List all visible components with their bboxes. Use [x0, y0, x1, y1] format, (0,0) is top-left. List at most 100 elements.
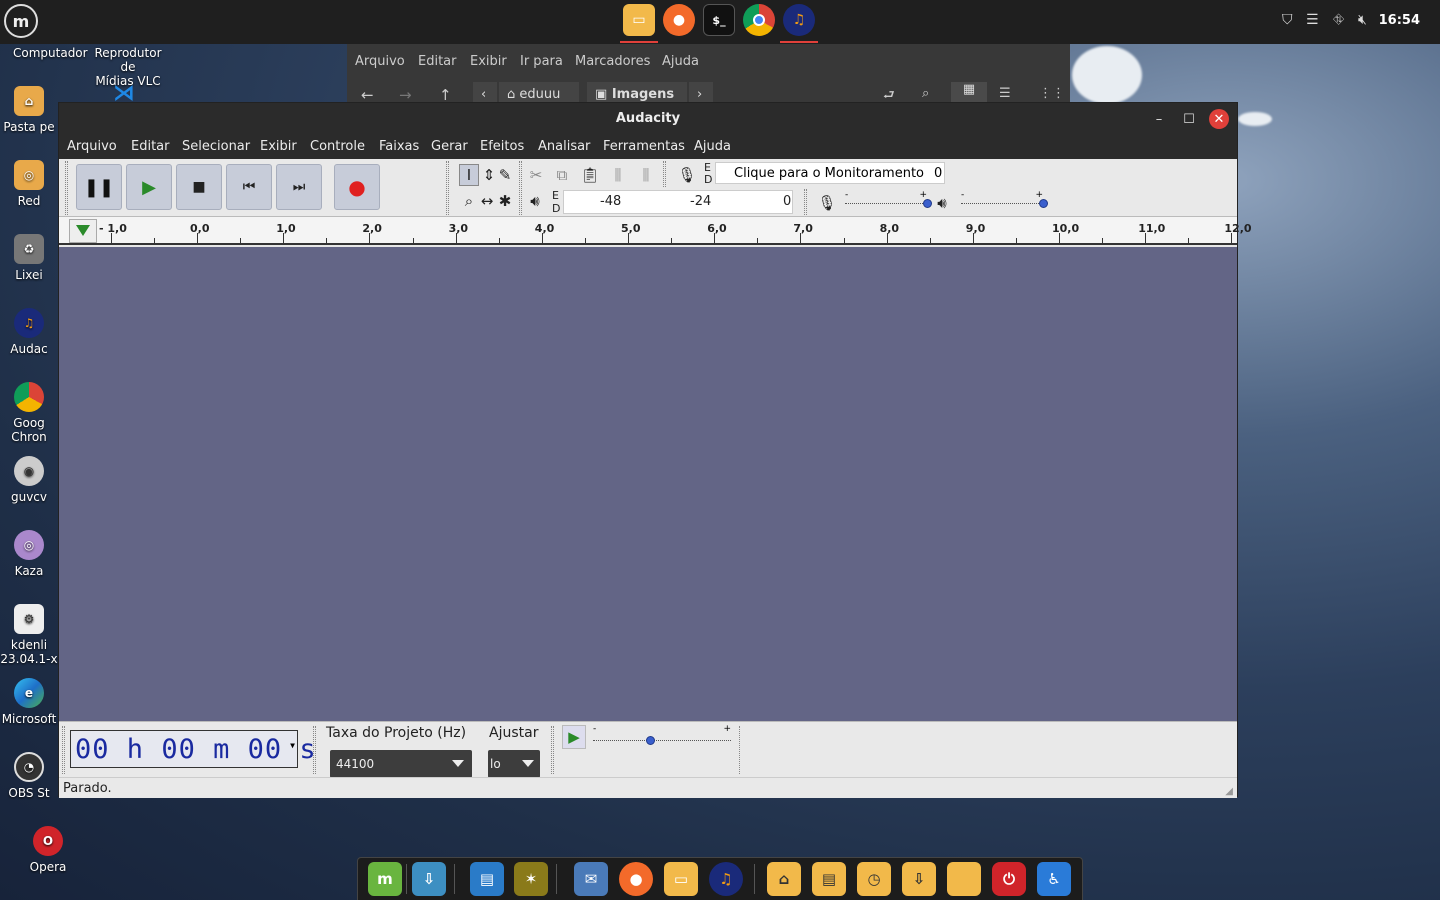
resize-grip-icon[interactable]: ◢ — [1225, 786, 1233, 797]
desktop-item-opera[interactable]: O Opera — [18, 826, 78, 874]
vscode-icon[interactable]: ⋊ — [113, 83, 141, 105]
zoom-tool-icon[interactable]: ⌕ — [459, 190, 479, 212]
toolbar-grip[interactable] — [65, 161, 68, 215]
slider-knob[interactable] — [645, 736, 655, 745]
audacity-icon[interactable]: ♫ — [709, 862, 743, 896]
fm-menu-bookmarks[interactable]: Marcadores — [575, 54, 650, 69]
skip-to-end-button[interactable]: ⏭︎ — [276, 164, 322, 210]
shield-icon[interactable]: ⛉ — [1282, 12, 1293, 28]
play-speed-slider[interactable]: - + — [593, 724, 733, 748]
fm-menu-file[interactable]: Arquivo — [355, 54, 405, 69]
slider-knob[interactable] — [923, 199, 932, 208]
menu-analyze[interactable]: Analisar — [538, 139, 590, 154]
folder-icon[interactable]: ▭ — [623, 4, 655, 36]
timeline-ruler[interactable]: - 1,0 0,0 1,0 2,0 3,0 4,0 5,0 6,0 7,0 8,0 9,0 10,0 1… — [59, 217, 1252, 245]
search-icon[interactable]: ⌕ — [922, 86, 929, 101]
pause-button[interactable]: ❚❚ — [76, 164, 122, 210]
playback-meter[interactable]: -48 -24 0 — [563, 190, 793, 214]
time-display[interactable]: 00 h 00 m 00 s ▼ — [70, 730, 316, 768]
playback-volume-slider[interactable]: - + — [961, 190, 1048, 209]
network-icon[interactable]: ⛗ — [1333, 12, 1344, 28]
mint-menu-icon[interactable]: m — [4, 4, 38, 38]
playback-speaker-icon[interactable]: 🔊︎ — [525, 190, 545, 212]
timeshift-tool-icon[interactable]: ↔ — [477, 190, 497, 212]
fm-menu-help[interactable]: Ajuda — [662, 54, 699, 69]
stop-button[interactable]: ■ — [176, 164, 222, 210]
home-folder-icon[interactable]: ⌂ — [767, 862, 801, 896]
menu-effects[interactable]: Efeitos — [480, 139, 524, 154]
toolbar-grip[interactable] — [313, 726, 316, 774]
firefox-icon[interactable]: ● — [619, 862, 653, 896]
desktop-item-computer-label[interactable]: Computador — [13, 46, 88, 60]
toolbar-grip[interactable] — [446, 161, 449, 215]
play-at-speed-button[interactable]: ▶ — [562, 725, 586, 749]
desktop-item-chrome[interactable]: Goog Chron — [0, 382, 58, 444]
minimize-button[interactable]: – — [1149, 109, 1169, 129]
update-manager-icon[interactable]: ⇩ — [412, 862, 446, 896]
desktop-item-edge[interactable]: e Microsoft — [0, 678, 58, 726]
close-button[interactable]: ✕ — [1209, 109, 1229, 129]
mint-menu-icon[interactable]: m — [368, 862, 402, 896]
play-button[interactable]: ▶ — [126, 164, 172, 210]
documents-folder-icon[interactable]: ▤ — [812, 862, 846, 896]
play-head-toggle[interactable] — [69, 219, 97, 243]
clock[interactable]: 16:54 — [1379, 13, 1420, 28]
copy-icon[interactable]: ⧉ — [552, 164, 572, 186]
folder-icon[interactable]: ▭ — [664, 862, 698, 896]
desktop-item-network[interactable]: ◎ Red — [0, 160, 58, 208]
menu-tools[interactable]: Ferramentas — [603, 139, 685, 154]
record-volume-slider[interactable]: - + — [845, 190, 932, 209]
menu-file[interactable]: Arquivo — [67, 139, 117, 154]
mail-icon[interactable]: ✉ — [574, 862, 608, 896]
selection-tool-icon[interactable]: I — [459, 164, 479, 186]
menu-transport[interactable]: Controle — [310, 139, 365, 154]
record-meter[interactable]: Clique para o Monitoramento 0 — [715, 162, 945, 184]
track-area[interactable] — [59, 247, 1237, 721]
snap-select[interactable]: lo — [488, 750, 540, 778]
fm-menu-go[interactable]: Ir para — [520, 54, 563, 69]
desktop-item-home[interactable]: ⌂ Pasta pe — [0, 86, 58, 134]
fm-menu-view[interactable]: Exibir — [470, 54, 507, 69]
chrome-icon[interactable] — [743, 4, 775, 36]
cut-icon[interactable]: ✂ — [526, 164, 546, 186]
project-rate-select[interactable]: 44100 — [330, 750, 472, 778]
menu-help[interactable]: Ajuda — [694, 139, 731, 154]
title-bar[interactable]: Audacity – ☐ ✕ — [59, 103, 1237, 135]
text-editor-icon[interactable]: ▤ — [470, 862, 504, 896]
record-button[interactable]: ● — [334, 164, 380, 210]
downloads-folder-icon[interactable]: ⇩ — [902, 862, 936, 896]
image-viewer-icon[interactable]: ✶ — [514, 862, 548, 896]
menu-edit[interactable]: Editar — [131, 139, 170, 154]
desktop-item-kazam[interactable]: ◎ Kaza — [0, 530, 58, 578]
desktop-item-trash[interactable]: ♻ Lixei — [0, 234, 58, 282]
trim-icon[interactable]: ⫼ — [608, 164, 628, 186]
toolbar-grip[interactable] — [519, 161, 522, 215]
multi-tool-icon[interactable]: ✱ — [495, 190, 515, 212]
paste-icon[interactable]: 📋︎ — [580, 164, 600, 186]
notes-icon[interactable]: ☰ — [1306, 12, 1319, 28]
audacity-icon[interactable]: ♫ — [783, 4, 815, 36]
maximize-button[interactable]: ☐ — [1179, 109, 1199, 129]
silence-icon[interactable]: ⫼ — [636, 164, 656, 186]
time-format-dropdown-icon[interactable]: ▼ — [290, 741, 296, 750]
list-view-icon[interactable]: ☰ — [999, 86, 1011, 101]
toolbar-grip[interactable] — [551, 726, 554, 774]
menu-tracks[interactable]: Faixas — [379, 139, 419, 154]
menu-view[interactable]: Exibir — [260, 139, 297, 154]
microphone-icon[interactable]: 🎙︎ — [677, 164, 697, 186]
toolbar-grip[interactable] — [804, 189, 807, 215]
desktop-item-kdenlive[interactable]: ⚙ kdenli 23.04.1-x — [0, 604, 58, 666]
firefox-icon[interactable]: ● — [663, 4, 695, 36]
menu-generate[interactable]: Gerar — [431, 139, 468, 154]
fm-menu-edit[interactable]: Editar — [418, 54, 457, 69]
toolbar-grip[interactable] — [739, 726, 742, 774]
power-icon[interactable]: ⏻ — [992, 862, 1026, 896]
skip-to-start-button[interactable]: ⏮︎ — [226, 164, 272, 210]
terminal-icon[interactable]: $_ — [703, 4, 735, 36]
accessibility-icon[interactable]: ♿︎ — [1037, 862, 1071, 896]
toolbar-grip[interactable] — [663, 161, 666, 187]
recent-folder-icon[interactable]: ◷ — [857, 862, 891, 896]
slider-knob[interactable] — [1039, 199, 1048, 208]
draw-tool-icon[interactable]: ✎ — [495, 164, 515, 186]
volume-muted-icon[interactable]: 🔇︎ — [1358, 12, 1367, 28]
